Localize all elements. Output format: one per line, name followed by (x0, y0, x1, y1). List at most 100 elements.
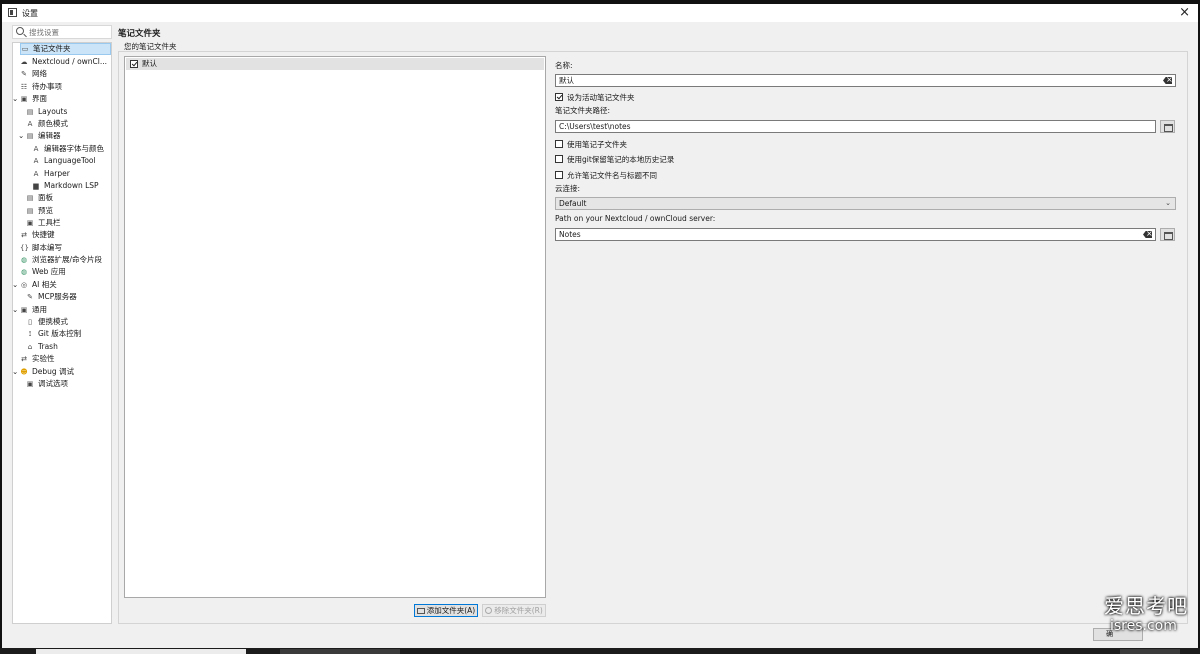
preview-icon: ▤ (26, 207, 34, 215)
allow-diff-names-checkbox[interactable] (555, 171, 563, 179)
app-icon (8, 8, 17, 17)
taskbar-item[interactable] (280, 649, 400, 654)
sidebar-item-debug-options[interactable]: ▣ 调试选项 (26, 378, 111, 390)
sidebar-item-label: MCP服务器 (38, 292, 77, 301)
window-title: 设置 (22, 9, 38, 18)
sidebar-item-languagetool[interactable]: A LanguageTool (32, 155, 111, 167)
taskbar (0, 648, 1200, 654)
git-history-row[interactable]: 使用git保留笔记的本地历史记录 (555, 154, 674, 165)
name-label: 名称: (555, 61, 573, 70)
search-input[interactable] (29, 27, 109, 38)
window-icon: ▣ (20, 95, 28, 103)
taskbar-item[interactable] (36, 649, 246, 654)
window-icon: ▣ (20, 306, 28, 314)
folder-enabled-checkbox[interactable] (130, 60, 138, 68)
cloud-label: 云连接: (555, 184, 581, 193)
spell-check-icon: A (33, 157, 39, 165)
sidebar-item-portable-mode[interactable]: ▯ 便携模式 (26, 316, 111, 328)
chevron-down-icon[interactable]: ⌄ (12, 304, 18, 316)
sidebar-item-network[interactable]: ✎ 网络 (20, 68, 111, 80)
remove-folder-button[interactable]: 移除文件夹(R) (482, 604, 546, 617)
allow-diff-names-row[interactable]: 允许笔记文件名与标题不同 (555, 170, 657, 181)
sidebar-item-general[interactable]: ▣ 通用 (20, 304, 111, 316)
sidebar-item-markdown-lsp[interactable]: ▆ Markdown LSP (32, 180, 111, 192)
sidebar-item-label: 界面 (32, 94, 47, 103)
folder-name: 默认 (142, 59, 157, 68)
settings-icon: ▣ (26, 380, 34, 388)
list-item[interactable]: 默认 (126, 58, 544, 70)
folders-group-title: 您的笔记文件夹 (124, 42, 177, 51)
chevron-down-icon[interactable]: ⌄ (12, 93, 18, 105)
sidebar-item-label: 面板 (38, 193, 53, 202)
watermark-text: 爱思考吧 (1104, 594, 1188, 618)
allow-diff-names-label: 允许笔记文件名与标题不同 (567, 171, 657, 180)
sidebar-item-todo[interactable]: ☷ 待办事项 (20, 81, 111, 93)
clear-icon[interactable] (1163, 77, 1172, 84)
use-subfolders-row[interactable]: 使用笔记子文件夹 (555, 139, 627, 150)
sidebar-item-browser-extension[interactable]: ◍ 浏览器扩展/命令片段 (20, 254, 111, 266)
database-icon: ◎ (20, 281, 28, 289)
panel-icon: ▤ (26, 194, 34, 202)
sidebar-item-interface[interactable]: ▣ 界面 (20, 93, 111, 105)
remove-icon (485, 607, 493, 614)
git-history-label: 使用git保留笔记的本地历史记录 (567, 155, 675, 164)
document-icon: ▆ (33, 182, 39, 190)
sidebar-item-git[interactable]: ⟟ Git 版本控制 (26, 328, 111, 340)
sidebar-item-label: AI 相关 (32, 280, 57, 289)
sidebar-item-mcp-server[interactable]: ✎ MCP服务器 (26, 291, 111, 303)
use-subfolders-checkbox[interactable] (555, 140, 563, 148)
sidebar-item-label: 浏览器扩展/命令片段 (32, 255, 103, 264)
usb-icon: ▯ (28, 318, 32, 326)
title-bar: 设置 × (2, 4, 1198, 22)
note-folder-list[interactable]: 默认 (124, 56, 546, 598)
sidebar-item-label: Trash (38, 342, 58, 351)
sidebar-item-label: 待办事项 (32, 82, 62, 91)
sidebar-item-shortcuts[interactable]: ⇄ 快捷键 (20, 229, 111, 241)
name-field[interactable]: 默认 (555, 74, 1176, 87)
toolbar-icon: ▣ (26, 219, 34, 227)
smiley-icon: ☻ (20, 368, 28, 376)
browse-server-folder-button[interactable] (1160, 228, 1175, 241)
sidebar-item-label: 便携模式 (38, 317, 68, 326)
sidebar-item-experimental[interactable]: ⇄ 实验性 (20, 353, 111, 365)
sidebar-item-nextcloud[interactable]: ☁ Nextcloud / ownCl... (20, 56, 111, 68)
sidebar-item-debug[interactable]: ☻ Debug 调试 (20, 366, 111, 378)
close-icon[interactable]: × (1179, 5, 1190, 20)
chevron-down-icon[interactable]: ⌄ (18, 130, 24, 142)
sidebar-item-ai[interactable]: ◎ AI 相关 (20, 279, 111, 291)
sidebar-item-toolbars[interactable]: ▣ 工具栏 (26, 217, 111, 229)
set-active-row[interactable]: 设为活动笔记文件夹 (555, 92, 635, 103)
sidebar-item-label: 调试选项 (38, 379, 68, 388)
sidebar-item-panels[interactable]: ▤ 面板 (26, 192, 111, 204)
sidebar-item-label: Markdown LSP (44, 181, 99, 190)
sidebar-item-label: Nextcloud / ownCl... (32, 57, 108, 66)
sidebar-item-layouts[interactable]: ▤ Layouts (26, 106, 111, 118)
sidebar-item-harper[interactable]: A Harper (32, 168, 111, 180)
set-active-checkbox[interactable] (555, 93, 563, 101)
use-subfolders-label: 使用笔记子文件夹 (567, 140, 627, 149)
server-path-field[interactable]: Notes (555, 228, 1156, 241)
sidebar-item-trash[interactable]: ⌂ Trash (26, 341, 111, 353)
cloud-connection-select[interactable]: Default ⌄ (555, 197, 1176, 210)
sidebar-item-scripting[interactable]: {} 脚本编写 (20, 242, 111, 254)
git-history-checkbox[interactable] (555, 155, 563, 163)
add-folder-button[interactable]: 添加文件夹(A) (414, 604, 478, 617)
sidebar-item-web-app[interactable]: ◍ Web 应用 (20, 266, 111, 278)
layout-icon: ▤ (26, 108, 34, 116)
sidebar-item-color-mode[interactable]: A 颜色模式 (26, 118, 111, 130)
path-field[interactable]: C:\Users\test\notes (555, 120, 1156, 133)
sidebar-item-note-folders[interactable]: ▭ 笔记文件夹 (20, 43, 111, 55)
clear-icon[interactable] (1143, 231, 1152, 238)
chevron-down-icon[interactable]: ⌄ (12, 366, 18, 378)
set-active-label: 设为活动笔记文件夹 (567, 93, 635, 102)
sidebar-item-editor-fonts[interactable]: A 编辑器字体与颜色 (32, 143, 111, 155)
cloud-icon: ☁ (20, 58, 28, 66)
settings-search[interactable] (12, 25, 112, 39)
folder-add-icon (416, 608, 425, 614)
chevron-down-icon[interactable]: ⌄ (12, 279, 18, 291)
watermark-url: isres.com (1110, 618, 1177, 634)
sidebar-item-editor[interactable]: ▤ 编辑器 (26, 130, 111, 142)
browse-folder-button[interactable] (1160, 120, 1175, 133)
page-title: 笔记文件夹 (118, 29, 161, 39)
sidebar-item-preview[interactable]: ▤ 预览 (26, 205, 111, 217)
